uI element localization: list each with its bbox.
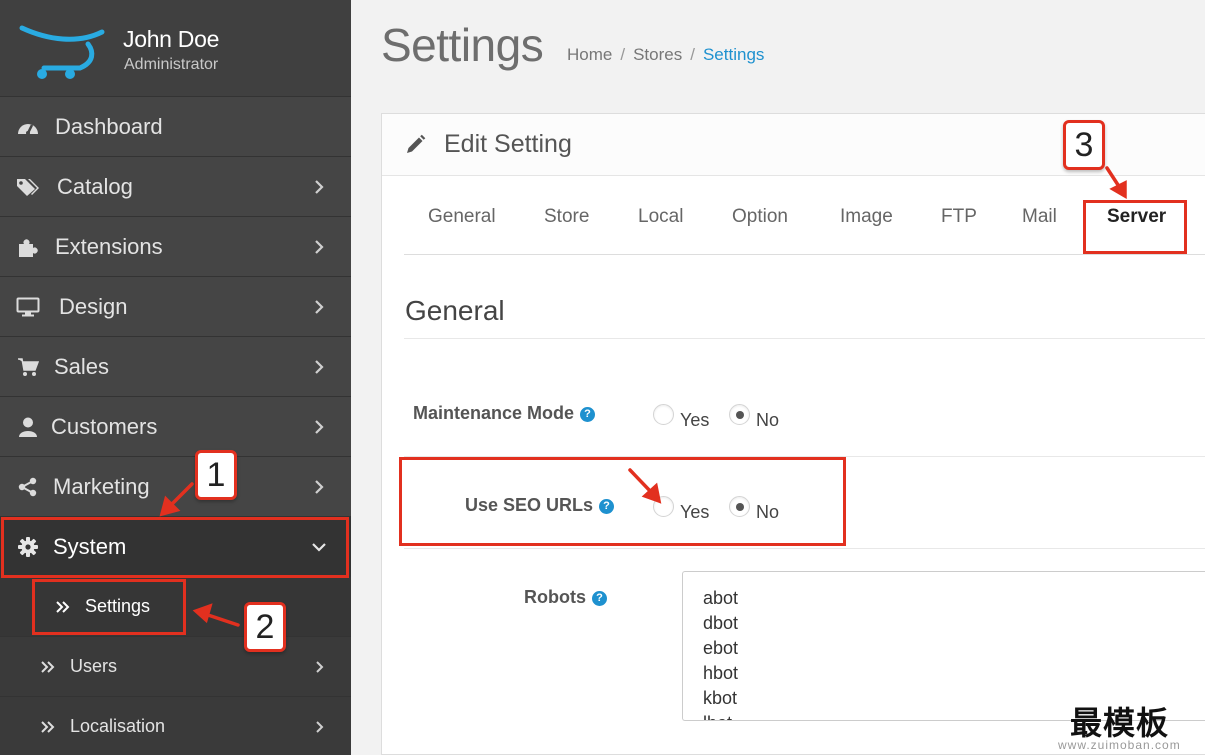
- divider: [404, 338, 1205, 339]
- puzzle-icon: [16, 236, 40, 258]
- step-badge-1: 1: [195, 450, 237, 500]
- sidebar-item-marketing[interactable]: Marketing: [0, 457, 351, 517]
- desktop-icon: [16, 296, 40, 318]
- sidebar-item-extensions[interactable]: Extensions: [0, 217, 351, 277]
- chevron-right-icon: [315, 480, 324, 494]
- double-chevron-right-icon: [41, 661, 55, 673]
- cart-logo-icon: [19, 25, 105, 79]
- main-content: Settings Home / Stores / Settings Edit S…: [351, 0, 1205, 755]
- step-badge-2: 2: [244, 602, 286, 652]
- sidebar-item-label: Sales: [54, 354, 110, 379]
- sidebar-item-customers[interactable]: Customers: [0, 397, 351, 457]
- maintenance-mode-label-text: Maintenance Mode: [413, 403, 575, 423]
- robots-line: ebot: [703, 638, 739, 658]
- share-icon: [16, 476, 40, 498]
- maintenance-no-label[interactable]: No: [756, 410, 779, 431]
- breadcrumb-stores[interactable]: Stores: [633, 45, 682, 65]
- dashboard-icon: [16, 116, 40, 138]
- sidebar-subitem-localisation[interactable]: Localisation: [0, 697, 351, 755]
- breadcrumb-home[interactable]: Home: [567, 45, 612, 65]
- sidebar-item-dashboard[interactable]: Dashboard: [0, 97, 351, 157]
- robots-line: dbot: [703, 613, 739, 633]
- maintenance-yes-radio[interactable]: [653, 404, 674, 425]
- highlight-seo-urls: [399, 457, 846, 546]
- breadcrumb: Home / Stores / Settings: [567, 45, 764, 65]
- sidebar-item-label: Catalog: [57, 174, 133, 199]
- maintenance-no-radio[interactable]: [729, 404, 750, 425]
- sidebar-item-label: Design: [59, 294, 128, 319]
- chevron-right-icon: [315, 300, 324, 314]
- help-icon[interactable]: ?: [580, 407, 596, 422]
- sidebar-subitem-label: Localisation: [70, 716, 166, 736]
- tab-option[interactable]: Option: [732, 206, 788, 228]
- highlight-server-tab: [1083, 200, 1187, 254]
- section-title: General: [405, 295, 505, 326]
- robots-label: Robots?: [524, 587, 607, 608]
- user-name: John Doe: [123, 26, 220, 52]
- chevron-right-icon: [316, 661, 324, 673]
- page-title: Settings: [381, 19, 544, 71]
- robots-line: hbot: [703, 663, 739, 683]
- step-badge-3: 3: [1063, 120, 1105, 170]
- chevron-right-icon: [315, 360, 324, 374]
- maintenance-yes-label[interactable]: Yes: [680, 410, 709, 431]
- maintenance-mode-label: Maintenance Mode?: [413, 403, 596, 424]
- chevron-right-icon: [315, 420, 324, 434]
- tab-ftp[interactable]: FTP: [941, 206, 977, 228]
- sidebar-item-sales[interactable]: Sales: [0, 337, 351, 397]
- chevron-right-icon: [315, 180, 324, 194]
- divider: [404, 548, 1205, 549]
- user-role: Administrator: [124, 56, 219, 73]
- cart-icon: [16, 356, 40, 378]
- sidebar-item-label: Customers: [51, 414, 158, 439]
- tab-mail[interactable]: Mail: [1022, 206, 1057, 228]
- user-profile: John Doe Administrator: [0, 0, 351, 97]
- pencil-icon: [407, 134, 426, 153]
- breadcrumb-separator: /: [690, 45, 695, 64]
- chevron-right-icon: [315, 240, 324, 254]
- tab-general[interactable]: General: [428, 206, 496, 228]
- sidebar-subitem-label: Users: [70, 656, 118, 676]
- robots-label-text: Robots: [524, 587, 586, 607]
- tags-icon: [16, 176, 40, 198]
- user-icon: [16, 416, 40, 438]
- sidebar-item-label: Dashboard: [55, 114, 163, 139]
- sidebar-item-catalog[interactable]: Catalog: [0, 157, 351, 217]
- double-chevron-right-icon: [41, 721, 55, 733]
- sidebar-item-label: Marketing: [53, 474, 150, 499]
- sidebar-item-design[interactable]: Design: [0, 277, 351, 337]
- sidebar-item-label: Extensions: [55, 234, 163, 259]
- breadcrumb-separator: /: [620, 45, 626, 64]
- edit-setting-panel: Edit Setting General Store Local Option …: [381, 113, 1205, 755]
- tab-store[interactable]: Store: [544, 206, 589, 228]
- help-icon[interactable]: ?: [592, 591, 607, 606]
- highlight-settings: [32, 579, 186, 635]
- highlight-system: [1, 517, 349, 578]
- tab-local[interactable]: Local: [638, 206, 683, 228]
- chevron-right-icon: [316, 721, 324, 733]
- watermark-url: www.zuimoban.com: [1058, 738, 1181, 752]
- sidebar: John Doe Administrator Dashboard Catalog…: [0, 0, 351, 755]
- breadcrumb-settings[interactable]: Settings: [703, 45, 764, 65]
- panel-title: Edit Setting: [444, 130, 572, 158]
- robots-line: abot: [703, 588, 739, 608]
- sidebar-subitem-users[interactable]: Users: [0, 637, 351, 697]
- tab-image[interactable]: Image: [840, 206, 893, 228]
